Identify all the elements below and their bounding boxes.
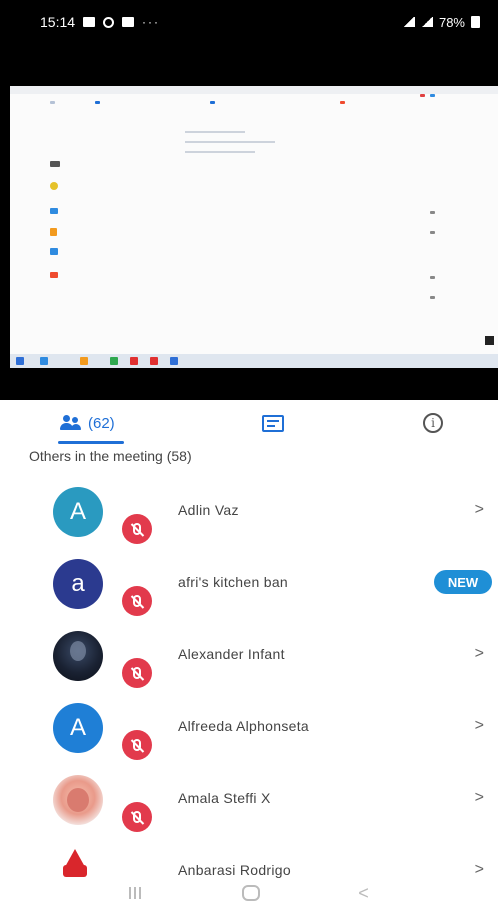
participant-row[interactable]: A Alfreeda Alphonseta > (0, 688, 498, 760)
avatar (53, 775, 103, 825)
participant-name: Amala Steffi X (178, 790, 271, 806)
shared-screen-close-mark (485, 336, 494, 345)
participant-name: Anbarasi Rodrigo (178, 862, 291, 878)
participant-row[interactable]: A Adlin Vaz > (0, 472, 498, 544)
shared-screen-view[interactable] (0, 44, 498, 400)
shared-screen-mark (95, 101, 100, 104)
avatar: A (53, 487, 103, 537)
shared-screen-line (185, 151, 255, 153)
people-icon (60, 415, 82, 431)
chat-notification-icon (122, 17, 135, 27)
tab-participants[interactable]: (62) (0, 400, 206, 446)
participant-name: afri's kitchen ban (178, 574, 289, 590)
status-bar: 15:14 ··· 78% (0, 0, 498, 44)
participant-name: Adlin Vaz (178, 502, 239, 518)
gallery-icon (83, 17, 96, 27)
participant-name: Alexander Infant (178, 646, 285, 662)
new-badge: NEW (434, 570, 492, 594)
chevron-right-icon[interactable]: > (475, 861, 484, 879)
shared-screen-mark (50, 208, 58, 214)
shared-screen-mark (50, 101, 55, 104)
shared-screen-taskbar (10, 354, 498, 368)
taskbar-icon (170, 357, 178, 365)
shared-screen-mark (50, 161, 60, 167)
taskbar-icon (80, 357, 88, 365)
battery-icon (471, 16, 480, 28)
tab-chat[interactable] (206, 400, 352, 446)
back-icon[interactable]: < (358, 883, 369, 904)
shared-screen-mark (430, 231, 435, 234)
chevron-right-icon[interactable]: > (475, 789, 484, 807)
shared-screen-mark (50, 228, 57, 236)
participants-count: (62) (88, 414, 115, 432)
avatar: A (53, 703, 103, 753)
taskbar-icon (110, 357, 118, 365)
location-icon (103, 16, 115, 28)
avatar (53, 631, 103, 681)
home-icon[interactable] (241, 885, 260, 901)
shared-screen-mark (50, 248, 58, 255)
signal-icon (402, 17, 415, 27)
shared-browser-tabbar (10, 86, 498, 94)
mic-muted-icon (122, 802, 152, 832)
mic-muted-icon (122, 658, 152, 688)
shared-screen-content (10, 86, 498, 368)
participant-name: Alfreeda Alphonseta (178, 718, 310, 734)
shared-screen-mark (430, 276, 435, 279)
shared-screen-mark (50, 272, 58, 278)
taskbar-icon (16, 357, 24, 365)
shared-screen-mark (430, 211, 435, 214)
participant-row[interactable]: Amala Steffi X > (0, 760, 498, 832)
others-in-meeting-header: Others in the meeting (58) (29, 448, 192, 464)
meeting-tabs: (62) i (0, 400, 498, 446)
tab-info[interactable]: i (352, 400, 498, 446)
battery-percent: 78% (438, 14, 465, 30)
chevron-right-icon[interactable]: > (475, 645, 484, 663)
status-time: 15:14 (40, 14, 76, 30)
info-icon: i (423, 413, 443, 433)
active-tab-indicator (58, 441, 124, 444)
shared-screen-line (185, 141, 275, 143)
mic-muted-icon (122, 730, 152, 760)
shared-screen-mark (430, 94, 435, 97)
chat-icon (262, 414, 284, 432)
chevron-right-icon[interactable]: > (475, 717, 484, 735)
mic-muted-icon (122, 514, 152, 544)
taskbar-icon (40, 357, 48, 365)
signal-icon-2 (420, 17, 433, 27)
taskbar-icon (150, 357, 158, 365)
shared-screen-mark (430, 296, 435, 299)
avatar: a (53, 559, 103, 609)
mic-muted-icon (122, 586, 152, 616)
participant-row[interactable]: Alexander Infant > (0, 616, 498, 688)
android-nav-bar: < (0, 879, 498, 907)
taskbar-icon (130, 357, 138, 365)
chevron-right-icon[interactable]: > (475, 501, 484, 519)
shared-screen-mark (210, 101, 215, 104)
participant-list: A Adlin Vaz > a afri's kitchen ban NEW A… (0, 472, 498, 904)
more-dots-icon: ··· (142, 15, 161, 29)
shared-screen-mark (420, 94, 425, 97)
shared-screen-line (185, 131, 245, 133)
recent-apps-icon[interactable] (129, 887, 143, 899)
shared-screen-mark (50, 182, 58, 190)
participant-row[interactable]: a afri's kitchen ban NEW (0, 544, 498, 616)
shared-screen-mark (340, 101, 345, 104)
